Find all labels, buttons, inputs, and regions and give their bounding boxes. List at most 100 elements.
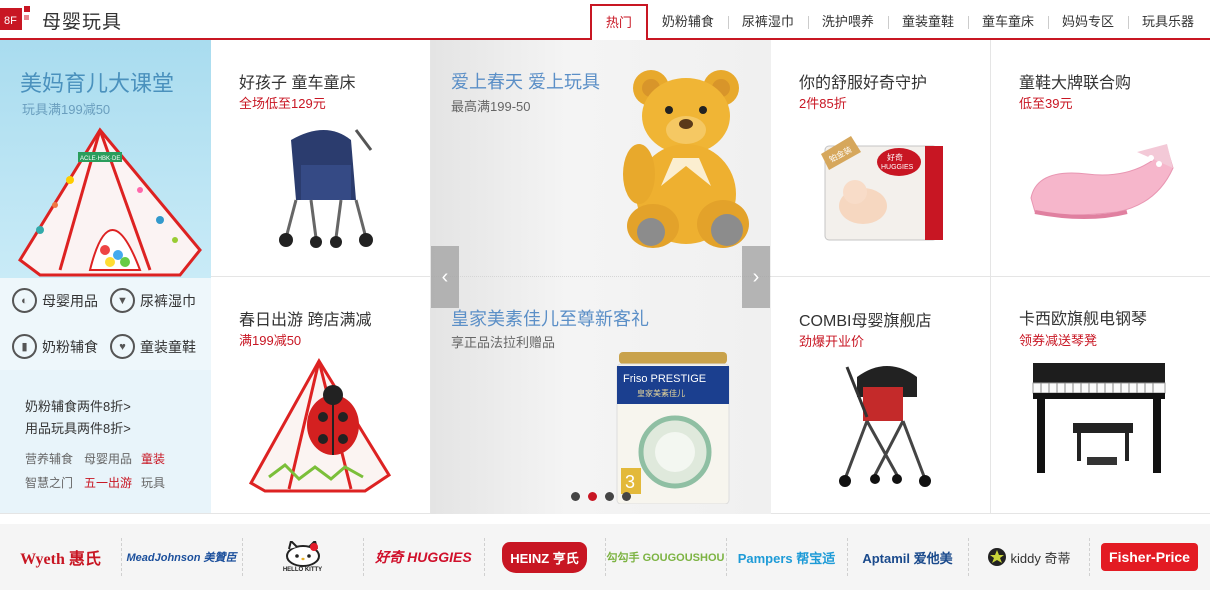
brand-name: Fisher-Price bbox=[1101, 543, 1198, 571]
grid-divider bbox=[211, 276, 431, 277]
quick-cat-label: 尿裤湿巾 bbox=[140, 292, 196, 309]
carousel-slide2-subtitle: 享正品法拉利赠品 bbox=[451, 335, 556, 350]
carousel-prev-button[interactable]: ‹ bbox=[431, 246, 459, 308]
carousel-next-button[interactable]: › bbox=[742, 246, 770, 308]
tab-formula[interactable]: 奶粉辅食 bbox=[648, 4, 728, 40]
cell-subtitle: 全场低至129元 bbox=[239, 96, 326, 111]
brand-name: Pampers 帮宝适 bbox=[737, 550, 836, 566]
tag-link[interactable]: 营养辅食 bbox=[25, 450, 73, 467]
brand-huggies-logo[interactable]: 好奇 HUGGIES bbox=[363, 524, 484, 590]
quick-cat-baby-supplies[interactable]: ◐ 母婴用品 bbox=[12, 288, 98, 313]
teddy-bear-image bbox=[623, 70, 749, 248]
product-cell-huggies[interactable]: 你的舒服好奇守护 2件85折 好奇 HUGGIES 铂金装 bbox=[771, 40, 991, 277]
tag-link-highlight[interactable]: 五一出游 bbox=[84, 474, 132, 491]
carousel-dots bbox=[571, 492, 631, 501]
promo-link-formula[interactable]: 奶粉辅食两件8折> bbox=[25, 396, 131, 415]
quick-cat-diapers[interactable]: ▼ 尿裤湿巾 bbox=[110, 288, 196, 313]
cell-subtitle: 领券减送琴凳 bbox=[1019, 333, 1098, 348]
tab-bath-feeding[interactable]: 洗护喂养 bbox=[807, 4, 888, 40]
brand-name: HELLO KITTY bbox=[282, 567, 323, 573]
brand-name: MeadJohnson 美贊臣 bbox=[126, 552, 237, 564]
onesie-icon: ♥ bbox=[110, 334, 135, 359]
left-column: 美妈育儿大课堂 玩具满199减50 ACLE·HBK·DE ◐ 母婴用品 ▼ 尿… bbox=[0, 40, 211, 514]
grid-divider bbox=[771, 276, 1210, 277]
quick-category-grid: ◐ 母婴用品 ▼ 尿裤湿巾 ▮ 奶粉辅食 ♥ 童装童鞋 bbox=[0, 278, 211, 370]
bottle-icon: ◐ bbox=[12, 288, 37, 313]
kiddy-star-icon bbox=[987, 548, 1006, 566]
left-promo-links: 奶粉辅食两件8折> 用品玩具两件8折> 营养辅食 母婴用品 童装 智慧之门 五一… bbox=[0, 370, 211, 514]
can-stage: 3 bbox=[625, 472, 635, 492]
tag-link-highlight[interactable]: 童装 bbox=[141, 450, 165, 467]
center-carousel[interactable]: 爱上春天 爱上玩具 最高满199-50 皇家美素佳儿至尊新客礼 享正品法拉利赠品… bbox=[431, 40, 771, 514]
carousel-dot-1[interactable] bbox=[571, 492, 580, 501]
cell-title: 童鞋大牌联合购 bbox=[1019, 75, 1132, 92]
brand-name: HEINZ 亨氏 bbox=[502, 541, 587, 573]
brand-wyeth-logo[interactable]: Wyeth 惠氏 bbox=[0, 524, 121, 590]
can-brand-cn: 皇家美素佳儿 bbox=[637, 388, 685, 398]
floor-title: 母婴玩具 bbox=[42, 12, 123, 33]
hello-kitty-icon bbox=[285, 541, 320, 567]
product-cell-combi[interactable]: COMBI母婴旗舰店 劲爆开业价 bbox=[771, 277, 991, 514]
ladybug-tent-image bbox=[248, 358, 392, 493]
tab-diapers[interactable]: 尿裤湿巾 bbox=[727, 4, 808, 40]
tab-toys-instruments[interactable]: 玩具乐器 bbox=[1127, 4, 1208, 40]
formula-can-image: Friso PRESTIGE 皇家美素佳儿 3 bbox=[616, 352, 730, 504]
brand-name: 勾勾手 GOUGOUSHOU bbox=[606, 552, 725, 564]
category-tabs: 热门 奶粉辅食 尿裤湿巾 洗护喂养 童装童鞋 童车童床 妈妈专区 玩具乐器 bbox=[589, 4, 1208, 42]
tab-hot[interactable]: 热门 bbox=[589, 4, 648, 42]
cell-title: 你的舒服好奇守护 bbox=[799, 75, 928, 92]
diaper-pack-image: 好奇 HUGGIES 铂金装 bbox=[821, 136, 943, 241]
tab-mom-zone[interactable]: 妈妈专区 bbox=[1047, 4, 1128, 40]
product-cell-spring-outing[interactable]: 春日出游 跨店满减 满199减50 bbox=[211, 277, 431, 514]
cell-subtitle: 2件85折 bbox=[799, 96, 847, 111]
brand-meadjohnson-logo[interactable]: MeadJohnson 美贊臣 bbox=[121, 524, 242, 590]
cell-title: 卡西欧旗舰电钢琴 bbox=[1019, 311, 1148, 328]
cell-title: 春日出游 跨店满减 bbox=[239, 312, 372, 329]
cell-subtitle: 满199减50 bbox=[239, 333, 302, 348]
tag-link[interactable]: 母婴用品 bbox=[84, 450, 132, 467]
brand-heinz-logo[interactable]: HEINZ 亨氏 bbox=[484, 524, 605, 590]
quick-cat-label: 童装童鞋 bbox=[140, 338, 196, 355]
carousel-divider bbox=[431, 276, 771, 277]
quick-cat-kids-clothing[interactable]: ♥ 童装童鞋 bbox=[110, 334, 196, 359]
floor-badge-icon: 8F bbox=[0, 6, 30, 30]
product-cell-casio-piano[interactable]: 卡西欧旗舰电钢琴 领券减送琴凳 bbox=[991, 277, 1210, 514]
tab-strollers-cribs[interactable]: 童车童床 bbox=[967, 4, 1048, 40]
cell-subtitle: 劲爆开业价 bbox=[799, 334, 865, 349]
carousel-dot-4[interactable] bbox=[622, 492, 631, 501]
carousel-slide1-subtitle: 最高满199-50 bbox=[451, 99, 531, 114]
brand-gougoushou-logo[interactable]: 勾勾手 GOUGOUSHOU bbox=[605, 524, 726, 590]
combi-stroller-image bbox=[839, 366, 931, 487]
quick-cat-label: 母婴用品 bbox=[42, 292, 98, 309]
tab-kids-clothing[interactable]: 童装童鞋 bbox=[887, 4, 968, 40]
quick-cat-label: 奶粉辅食 bbox=[42, 338, 98, 355]
tent-brand-label: ACLE·HBK·DE bbox=[80, 156, 120, 162]
product-cell-goodbaby-stroller[interactable]: 好孩子 童车童床 全场低至129元 bbox=[211, 40, 431, 277]
cell-subtitle: 低至39元 bbox=[1019, 96, 1073, 111]
brand-hellokitty-logo[interactable]: HELLO KITTY bbox=[242, 524, 363, 590]
brand-strip: Wyeth 惠氏 MeadJohnson 美贊臣 HELLO KITTY 好奇 … bbox=[0, 524, 1210, 590]
brand-name: Wyeth 惠氏 bbox=[20, 551, 101, 568]
digital-piano-image bbox=[1032, 363, 1166, 473]
play-tent-image: ACLE·HBK·DE bbox=[18, 127, 202, 277]
tag-link[interactable]: 玩具 bbox=[141, 474, 165, 491]
brand-aptamil-logo[interactable]: Aptamil 爱他美 bbox=[847, 524, 968, 590]
carousel-dot-2[interactable] bbox=[588, 492, 597, 501]
brand-pampers-logo[interactable]: Pampers 帮宝适 bbox=[726, 524, 847, 590]
quick-cat-formula[interactable]: ▮ 奶粉辅食 bbox=[12, 334, 98, 359]
brand-kiddy-logo[interactable]: kiddy 奇蒂 bbox=[968, 524, 1089, 590]
floor-header: 8F 母婴玩具 热门 奶粉辅食 尿裤湿巾 洗护喂养 童装童鞋 童车童床 妈妈专区… bbox=[0, 0, 1210, 42]
brand-name: 好奇 HUGGIES bbox=[375, 549, 472, 565]
left-promo-banner[interactable]: 美妈育儿大课堂 玩具满199减50 ACLE·HBK·DE bbox=[0, 40, 211, 278]
diaper-icon: ▼ bbox=[110, 288, 135, 313]
brand-fisherprice-logo[interactable]: Fisher-Price bbox=[1089, 524, 1210, 590]
product-cell-kids-shoes[interactable]: 童鞋大牌联合购 低至39元 bbox=[991, 40, 1210, 277]
promo-link-toys[interactable]: 用品玩具两件8折> bbox=[25, 418, 131, 437]
cell-title: 好孩子 童车童床 bbox=[239, 75, 356, 92]
carousel-dot-3[interactable] bbox=[605, 492, 614, 501]
left-promo-title: 美妈育儿大课堂 bbox=[20, 71, 175, 96]
brand-name: Aptamil 爱他美 bbox=[862, 550, 953, 566]
pink-shoes-image bbox=[1030, 144, 1174, 219]
tag-link[interactable]: 智慧之门 bbox=[25, 474, 73, 491]
carousel-slide1-title: 爱上春天 爱上玩具 bbox=[451, 72, 601, 92]
